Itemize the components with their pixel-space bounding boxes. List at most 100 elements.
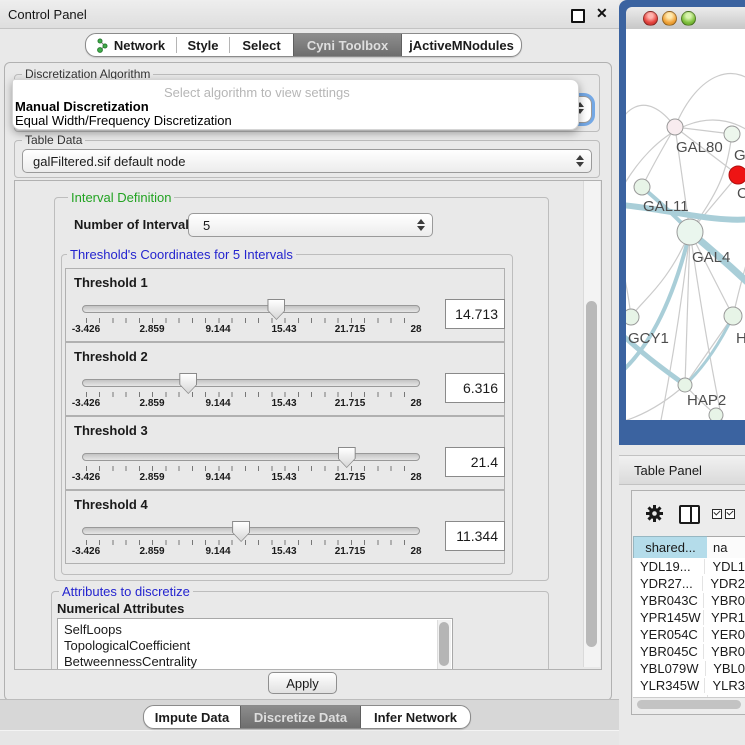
- dropdown-option-manual[interactable]: Manual Discretization: [15, 99, 149, 114]
- cell[interactable]: YBL079W: [633, 661, 705, 676]
- tab-infer-network[interactable]: Infer Network: [361, 706, 470, 728]
- threshold-value-field[interactable]: 14.713: [445, 299, 505, 329]
- table-row[interactable]: YPR145WYPR1: [633, 609, 745, 626]
- number-of-intervals-spinner[interactable]: 5: [188, 213, 433, 237]
- list-item[interactable]: SelfLoops: [58, 619, 452, 638]
- tab-jactivemnodules[interactable]: jActiveMNodules: [402, 34, 521, 56]
- close-icon[interactable]: ✕: [596, 5, 608, 22]
- tick-label: 15.43: [271, 398, 296, 409]
- attributes-group-title: Attributes to discretize: [59, 584, 193, 599]
- tick-label: -3.426: [72, 398, 100, 409]
- tab-network[interactable]: Network: [86, 34, 176, 56]
- tab-impute-data-label: Impute Data: [155, 710, 229, 725]
- node-partial[interactable]: [709, 408, 723, 420]
- dropdown-option-equal-width[interactable]: Equal Width/Frequency Discretization: [15, 113, 232, 128]
- threshold-label: Threshold 3: [74, 423, 148, 438]
- cell[interactable]: YLR345W: [633, 678, 704, 693]
- slider-track[interactable]: [82, 305, 420, 313]
- slider-thumb[interactable]: [338, 447, 356, 468]
- network-canvas[interactable]: GAL80 G C GAL11 GAL4 GCY1 H HAP2: [626, 29, 745, 420]
- zoom-traffic-light-icon[interactable]: [681, 11, 696, 26]
- threshold-value-field[interactable]: 21.4: [445, 447, 505, 477]
- column-header-shared[interactable]: shared...: [633, 536, 708, 559]
- threshold-row: Threshold 4 -3.426 2.859 9.144 15.43 21.…: [65, 490, 505, 564]
- checkbox-icon[interactable]: [725, 509, 735, 519]
- close-traffic-light-icon[interactable]: [643, 11, 658, 26]
- cell[interactable]: YPR1: [703, 610, 745, 625]
- tab-style[interactable]: Style: [177, 34, 229, 56]
- scrollbar-thumb[interactable]: [637, 700, 741, 709]
- threshold-slider[interactable]: [82, 375, 420, 391]
- cell[interactable]: YBR045C: [633, 644, 703, 659]
- gear-icon[interactable]: [646, 505, 663, 522]
- cell[interactable]: YDR2: [702, 576, 745, 591]
- scrollbar-thumb[interactable]: [586, 301, 597, 647]
- threshold-label: Threshold 1: [74, 275, 148, 290]
- slider-track[interactable]: [82, 453, 420, 461]
- threshold-label: Threshold 4: [74, 497, 148, 512]
- cell[interactable]: YBR0: [703, 644, 745, 659]
- list-scrollbar[interactable]: [437, 620, 451, 670]
- tab-select[interactable]: Select: [230, 34, 293, 56]
- node-red[interactable]: [729, 166, 745, 184]
- node-g[interactable]: [724, 126, 740, 142]
- slider-thumb[interactable]: [232, 521, 250, 542]
- cell[interactable]: YDL19...: [633, 559, 704, 574]
- cell[interactable]: YDR27...: [633, 576, 702, 591]
- table-row[interactable]: YBL079WYBL0: [633, 660, 745, 677]
- threshold-value-field[interactable]: 11.344: [445, 521, 505, 551]
- tab-cyni-toolbox[interactable]: Cyni Toolbox: [293, 34, 402, 56]
- apply-button[interactable]: Apply: [268, 672, 337, 694]
- float-window-icon[interactable]: [571, 9, 585, 23]
- node-hap2[interactable]: [678, 378, 692, 392]
- list-item[interactable]: BetweennessCentrality: [58, 654, 452, 670]
- node-gal4[interactable]: [677, 219, 703, 245]
- column-header-name[interactable]: na: [707, 536, 745, 559]
- slider-ticks: [86, 540, 417, 545]
- slider-thumb[interactable]: [267, 299, 285, 320]
- cell[interactable]: YBR043C: [633, 593, 703, 608]
- slider-ticks: [86, 466, 417, 471]
- table-data-combobox[interactable]: galFiltered.sif default node: [22, 149, 592, 173]
- threshold-slider[interactable]: [82, 301, 420, 317]
- tab-impute-data[interactable]: Impute Data: [144, 706, 240, 728]
- cell[interactable]: YPR145W: [633, 610, 703, 625]
- node-gal11[interactable]: [634, 179, 650, 195]
- threshold-slider[interactable]: [82, 449, 420, 465]
- checkbox-icon[interactable]: [712, 509, 722, 519]
- cell[interactable]: YER054C: [633, 627, 703, 642]
- number-of-intervals-value: 5: [189, 218, 416, 233]
- table-row[interactable]: YDL19...YDL1: [633, 558, 745, 575]
- slider-scale: -3.426 2.859 9.144 15.43 21.715 28: [86, 324, 417, 335]
- node-gcy1[interactable]: [626, 309, 639, 325]
- threshold-value-field[interactable]: 6.316: [445, 373, 505, 403]
- threshold-slider[interactable]: [82, 523, 420, 539]
- node-h[interactable]: [724, 307, 742, 325]
- cell[interactable]: YBR0: [703, 593, 745, 608]
- panel-scrollbar[interactable]: [583, 181, 600, 667]
- threshold-row: Threshold 3 -3.426 2.859 9.144 15.43 21.…: [65, 416, 505, 490]
- cell[interactable]: YDL1: [704, 559, 745, 574]
- scrollbar-thumb[interactable]: [439, 622, 449, 666]
- table-row[interactable]: YDR27...YDR2: [633, 575, 745, 592]
- thresholds-group-title: Threshold's Coordinates for 5 Intervals: [67, 247, 296, 262]
- node-gal80[interactable]: [667, 119, 683, 135]
- table-row[interactable]: YLR345WYLR3: [633, 677, 745, 694]
- cell[interactable]: YBL0: [705, 661, 745, 676]
- slider-thumb[interactable]: [179, 373, 197, 394]
- cell[interactable]: YLR3: [704, 678, 745, 693]
- tab-jactivemnodules-label: jActiveMNodules: [409, 38, 514, 53]
- minimize-traffic-light-icon[interactable]: [662, 11, 677, 26]
- table-row[interactable]: YBR045CYBR0: [633, 643, 745, 660]
- table-row[interactable]: YER054CYER0: [633, 626, 745, 643]
- slider-track[interactable]: [82, 379, 420, 387]
- table-row[interactable]: YBR043CYBR0: [633, 592, 745, 609]
- cell[interactable]: YER0: [703, 627, 745, 642]
- slider-track[interactable]: [82, 527, 420, 535]
- numerical-attributes-list[interactable]: SelfLoops TopologicalCoefficient Between…: [57, 618, 453, 670]
- table-data-title: Table Data: [22, 133, 85, 147]
- table-horizontal-scrollbar[interactable]: [633, 697, 745, 711]
- column-layout-icon[interactable]: [679, 505, 700, 524]
- tab-discretize-data[interactable]: Discretize Data: [240, 706, 361, 728]
- list-item[interactable]: TopologicalCoefficient: [58, 638, 452, 654]
